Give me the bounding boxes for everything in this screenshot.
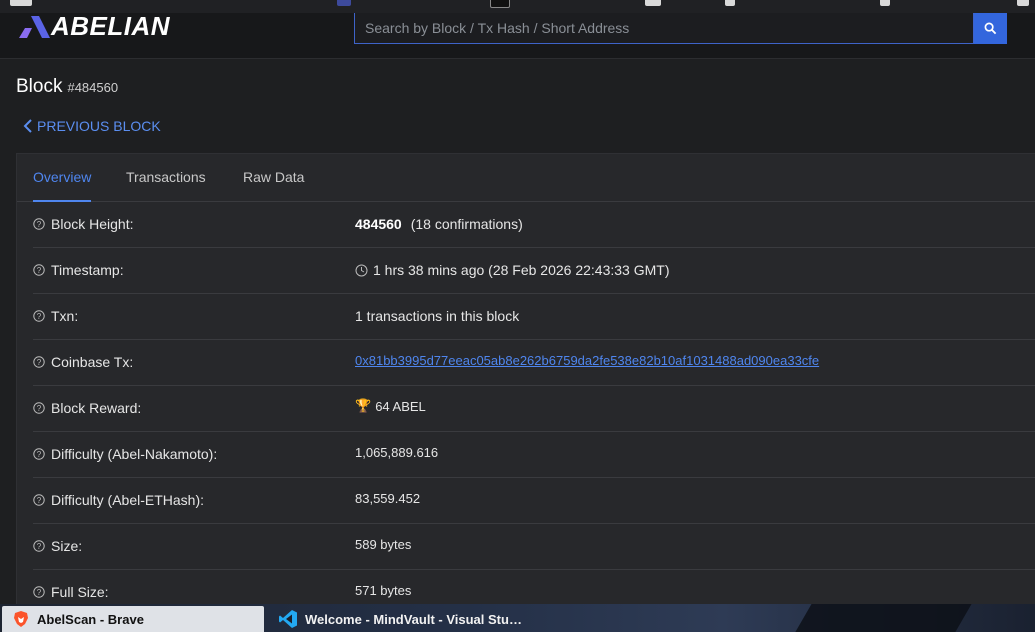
block-reward-label: Block Reward: bbox=[51, 400, 142, 416]
taskbar-item-vscode[interactable]: Welcome - MindVault - Visual Stu… bbox=[278, 606, 538, 632]
detail-row-block-reward: ? Block Reward: 🏆 64 ABEL bbox=[33, 385, 1035, 432]
svg-text:?: ? bbox=[37, 496, 42, 505]
row-label-wrap: ? Difficulty (Abel-Nakamoto): bbox=[33, 431, 217, 477]
svg-text:?: ? bbox=[37, 358, 42, 367]
tab-transactions[interactable]: Transactions bbox=[126, 154, 206, 201]
search-bar bbox=[354, 13, 1007, 44]
search-input[interactable] bbox=[354, 13, 974, 44]
svg-text:?: ? bbox=[37, 542, 42, 551]
page-title-text: Block bbox=[16, 76, 63, 97]
tab-bar: Overview Transactions Raw Data bbox=[17, 154, 1035, 202]
block-details-card: Overview Transactions Raw Data ? Block H… bbox=[16, 153, 1035, 625]
detail-row-difficulty-ethash: ? Difficulty (Abel-ETHash): 83,559.452 bbox=[33, 477, 1035, 524]
block-height-value: 484560 bbox=[355, 216, 402, 232]
help-icon[interactable]: ? bbox=[33, 218, 45, 230]
detail-row-txn: ? Txn: 1 transactions in this block bbox=[33, 293, 1035, 340]
timestamp-value: 1 hrs 38 mins ago (28 Feb 2026 22:43:33 … bbox=[373, 262, 670, 278]
row-label-wrap: ? Difficulty (Abel-ETHash): bbox=[33, 477, 204, 523]
wallpaper-shape bbox=[788, 604, 972, 632]
help-icon[interactable]: ? bbox=[33, 540, 45, 552]
coinbase-tx-value-wrap: 0x81bb3995d77eeac05ab8e262b6759da2fe538e… bbox=[355, 337, 819, 383]
taskbar-item-label: Welcome - MindVault - Visual Stu… bbox=[305, 611, 522, 627]
brave-icon bbox=[14, 611, 28, 627]
abelian-logo-icon bbox=[19, 15, 50, 38]
site-header: ABELIAN bbox=[0, 11, 1035, 59]
help-icon[interactable]: ? bbox=[33, 402, 45, 414]
clock-icon bbox=[355, 264, 368, 276]
bookmark-item[interactable] bbox=[337, 0, 351, 6]
size-value: 589 bytes bbox=[355, 536, 412, 552]
taskbar-item-brave[interactable]: AbelScan - Brave bbox=[2, 606, 264, 632]
abelian-logo[interactable]: ABELIAN bbox=[17, 11, 170, 42]
difficulty-ethash-value: 83,559.452 bbox=[355, 490, 421, 506]
previous-block-label: PREVIOUS BLOCK bbox=[37, 118, 161, 134]
help-icon[interactable]: ? bbox=[33, 310, 45, 322]
help-icon[interactable]: ? bbox=[33, 356, 45, 368]
coinbase-tx-link[interactable]: 0x81bb3995d77eeac05ab8e262b6759da2fe538e… bbox=[355, 353, 819, 368]
coinbase-tx-label: Coinbase Tx: bbox=[51, 354, 134, 370]
search-icon bbox=[984, 22, 997, 35]
vscode-icon bbox=[279, 610, 297, 628]
help-icon[interactable]: ? bbox=[33, 494, 45, 506]
detail-row-coinbase-tx: ? Coinbase Tx: 0x81bb3995d77eeac05ab8e26… bbox=[33, 339, 1035, 386]
row-label-wrap: ? Txn: bbox=[33, 293, 78, 339]
detail-row-block-height: ? Block Height: 484560 (18 confirmations… bbox=[33, 201, 1035, 248]
timestamp-value-wrap: 1 hrs 38 mins ago (28 Feb 2026 22:43:33 … bbox=[355, 247, 670, 293]
detail-row-difficulty-nakamoto: ? Difficulty (Abel-Nakamoto): 1,065,889.… bbox=[33, 431, 1035, 478]
bookmark-item[interactable] bbox=[880, 0, 890, 6]
block-reward-value: 64 ABEL bbox=[375, 398, 426, 414]
timestamp-label: Timestamp: bbox=[51, 262, 124, 278]
bookmark-item[interactable] bbox=[1017, 0, 1029, 6]
difficulty-nakamoto-value: 1,065,889.616 bbox=[355, 444, 439, 460]
bookmark-item[interactable] bbox=[725, 0, 735, 6]
taskbar-item-label: AbelScan - Brave bbox=[37, 611, 144, 627]
help-icon[interactable]: ? bbox=[33, 448, 45, 460]
size-label: Size: bbox=[51, 538, 83, 554]
row-label-wrap: ? Block Reward: bbox=[33, 385, 141, 431]
block-height-value-wrap: 484560 (18 confirmations) bbox=[355, 201, 523, 247]
page-title: Block #484560 bbox=[16, 76, 118, 98]
svg-text:?: ? bbox=[37, 266, 42, 275]
row-label-wrap: ? Coinbase Tx: bbox=[33, 339, 133, 385]
svg-text:?: ? bbox=[37, 312, 42, 321]
logo-text: ABELIAN bbox=[51, 11, 171, 41]
bookmark-item[interactable] bbox=[645, 0, 661, 6]
detail-row-timestamp: ? Timestamp: 1 hrs 38 mins ago (28 Feb 2… bbox=[33, 247, 1035, 294]
svg-text:?: ? bbox=[37, 404, 42, 413]
bookmark-item[interactable] bbox=[490, 0, 510, 8]
trophy-icon: 🏆 bbox=[355, 398, 372, 413]
taskbar: AbelScan - Brave Welcome - MindVault - V… bbox=[0, 604, 1035, 632]
detail-row-size: ? Size: 589 bytes bbox=[33, 523, 1035, 570]
difficulty-ethash-label: Difficulty (Abel-ETHash): bbox=[51, 492, 205, 508]
bookmark-item[interactable] bbox=[10, 0, 32, 6]
txn-value: 1 transactions in this block bbox=[355, 308, 520, 324]
full-size-label: Full Size: bbox=[51, 584, 109, 600]
search-button[interactable] bbox=[974, 13, 1007, 44]
block-height-label: Block Height: bbox=[51, 216, 134, 232]
confirmations: (18 confirmations) bbox=[410, 216, 523, 232]
block-reward-value-wrap: 🏆 64 ABEL bbox=[355, 383, 426, 429]
row-label-wrap: ? Size: bbox=[33, 523, 82, 569]
previous-block-link[interactable]: PREVIOUS BLOCK bbox=[22, 118, 161, 134]
block-number: #484560 bbox=[67, 80, 119, 95]
help-icon[interactable]: ? bbox=[33, 586, 45, 598]
svg-text:?: ? bbox=[37, 220, 42, 229]
chevron-left-icon bbox=[23, 119, 32, 133]
tab-overview[interactable]: Overview bbox=[33, 154, 92, 202]
svg-text:?: ? bbox=[37, 588, 42, 597]
svg-text:?: ? bbox=[37, 450, 42, 459]
row-label-wrap: ? Timestamp: bbox=[33, 247, 124, 293]
difficulty-nakamoto-label: Difficulty (Abel-Nakamoto): bbox=[51, 446, 218, 462]
help-icon[interactable]: ? bbox=[33, 264, 45, 276]
row-label-wrap: ? Block Height: bbox=[33, 201, 133, 247]
txn-label: Txn: bbox=[51, 308, 79, 324]
tab-raw-data[interactable]: Raw Data bbox=[243, 154, 304, 201]
